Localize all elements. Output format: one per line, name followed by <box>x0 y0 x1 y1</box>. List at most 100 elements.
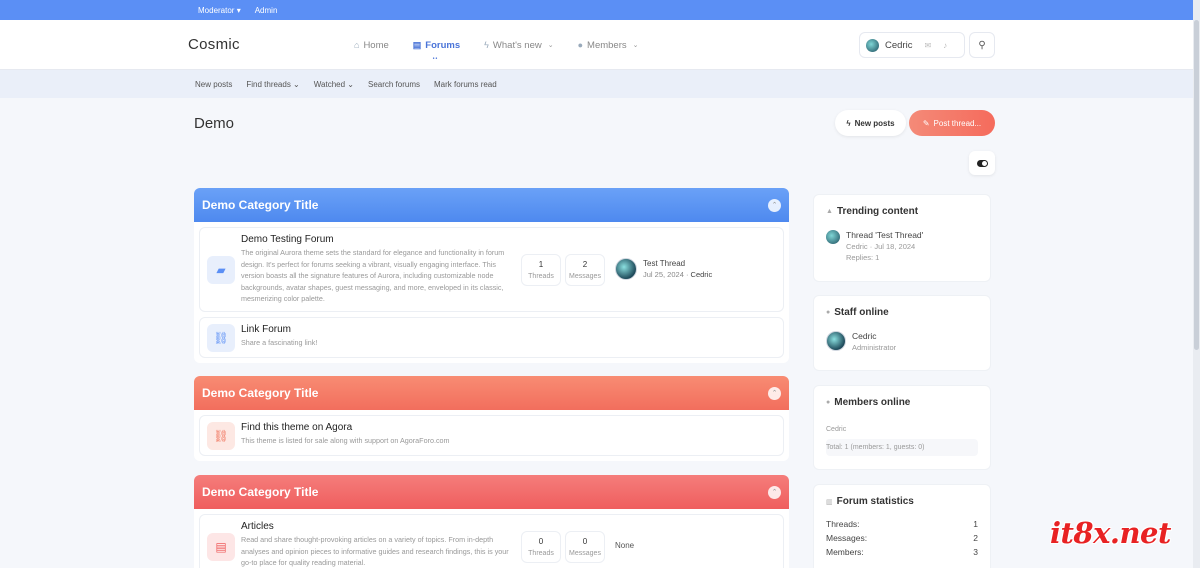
online-member[interactable]: Cedric <box>826 426 978 433</box>
messages-stat: 2 Messages <box>565 254 605 286</box>
collapse-icon[interactable]: ⌃ <box>768 386 781 400</box>
online-total: Total: 1 (members: 1, guests: 0) <box>826 439 978 456</box>
trending-widget: ▲ Trending content Thread 'Test Thread' C… <box>813 194 991 282</box>
admin-link[interactable]: Admin <box>255 6 278 15</box>
members-icon: ● <box>577 40 584 50</box>
new-posts-button[interactable]: ϟ New posts <box>835 110 906 136</box>
node-title[interactable]: Link Forum <box>241 324 516 335</box>
chat-icon: ▰ <box>207 256 235 284</box>
subnav-find-threads[interactable]: Find threads ⌄ <box>246 80 299 89</box>
user-name[interactable]: Cedric <box>885 40 912 51</box>
user-icon: ● <box>826 309 831 316</box>
widget-title: ▲ Trending content <box>826 206 919 217</box>
users-icon: ● <box>826 399 831 406</box>
staff-role: Administrator <box>852 343 897 352</box>
category-body: ⛓ Find this theme on Agora This theme is… <box>194 410 789 461</box>
node-title[interactable]: Articles <box>241 521 521 532</box>
staff-name[interactable]: Cedric <box>852 331 896 341</box>
node-description: Read and share thought-provoking article… <box>241 535 509 567</box>
forum-statistics-widget: ▥ Forum statistics Threads: 1 Messages: 2 M… <box>813 484 991 568</box>
category-title[interactable]: Demo Category Title <box>202 485 318 499</box>
stat-row: Messages: 2 <box>826 533 978 543</box>
forum-node[interactable]: ▰ Demo Testing Forum The original Aurora… <box>199 227 784 312</box>
last-thread-link[interactable]: Test Thread <box>643 259 712 268</box>
category-header: Demo Category Title ⌃ <box>194 376 789 410</box>
link-icon: ⛓ <box>207 422 235 450</box>
widget-title: ● Staff online <box>826 307 889 318</box>
bolt-icon: ϟ <box>484 40 489 50</box>
nav-members[interactable]: ● Members ⌄ <box>578 20 639 70</box>
nav-whats-new[interactable]: ϟ What's new ⌄ <box>484 20 553 70</box>
subnav-new-posts[interactable]: New posts <box>195 80 232 89</box>
subnav-search-forums[interactable]: Search forums <box>368 80 420 89</box>
staff-bar: Moderator ▾ Admin <box>0 0 1200 20</box>
account-box: Cedric ✉ ♪ <box>859 32 965 58</box>
staff-online-widget: ● Staff online Cedric Administrator <box>813 295 991 371</box>
members-online-widget: ● Members online Cedric Total: 1 (members… <box>813 385 991 470</box>
forums-icon: ▤ <box>412 39 422 50</box>
moderator-menu[interactable]: Moderator ▾ <box>198 6 241 15</box>
bell-icon[interactable]: ♪ <box>943 41 947 50</box>
category-body: ▤ Articles Read and share thought-provok… <box>194 509 789 568</box>
node-title[interactable]: Find this theme on Agora <box>241 422 541 433</box>
chart-icon: ▥ <box>826 498 833 506</box>
chevron-down-icon: ⌄ <box>632 42 639 49</box>
threads-stat: 0 Threads <box>521 531 561 563</box>
nav-home[interactable]: ⌂ Home <box>354 20 389 70</box>
envelope-icon[interactable]: ✉ <box>924 41 931 50</box>
article-icon: ▤ <box>207 533 235 561</box>
widget-title: ● Members online <box>826 397 911 408</box>
nav-forums[interactable]: ▤ Forums <box>413 20 460 70</box>
subnav-mark-read[interactable]: Mark forums read <box>434 80 497 89</box>
threads-stat: 1 Threads <box>521 254 561 286</box>
category-title[interactable]: Demo Category Title <box>202 198 318 212</box>
bolt-icon: ϟ <box>846 118 851 128</box>
search-button[interactable]: ⚲ <box>969 32 995 58</box>
avatar[interactable] <box>866 38 879 52</box>
node-description: Share a fascinating link! <box>241 338 318 347</box>
chevron-down-icon: ⌄ <box>547 42 554 49</box>
avatar[interactable] <box>615 258 637 280</box>
category-block: Demo Category Title ⌃ ⛓ Find this theme … <box>194 376 789 461</box>
last-post-meta: Jul 25, 2024 · Cedric <box>643 270 713 279</box>
last-user-link[interactable]: Cedric <box>691 270 713 279</box>
watermark-logo: it8x.net <box>1050 516 1171 550</box>
scrollbar-thumb[interactable] <box>1194 20 1199 350</box>
forum-node[interactable]: ⛓ Link Forum Share a fascinating link! <box>199 317 784 358</box>
collapse-icon[interactable]: ⌃ <box>768 198 781 212</box>
home-icon: ⌂ <box>354 40 360 50</box>
main-nav: ⌂ Home ▤ Forums ϟ What's new ⌄ ● Members… <box>354 20 639 70</box>
avatar[interactable] <box>826 230 840 244</box>
subnav-watched[interactable]: Watched ⌄ <box>314 80 354 89</box>
node-description: The original Aurora theme sets the stand… <box>241 248 505 303</box>
category-body: ▰ Demo Testing Forum The original Aurora… <box>194 222 789 363</box>
trending-icon: ▲ <box>826 208 833 215</box>
header: Cosmic ⌂ Home ▤ Forums ϟ What's new ⌄ ● … <box>0 20 1200 70</box>
category-header: Demo Category Title ⌃ <box>194 188 789 222</box>
stat-row: Threads: 1 <box>826 519 978 529</box>
site-logo[interactable]: Cosmic <box>188 36 240 53</box>
node-title[interactable]: Demo Testing Forum <box>241 234 521 245</box>
node-description: This theme is listed for sale along with… <box>241 436 450 445</box>
last-post: Test Thread Jul 25, 2024 · Cedric <box>615 258 712 280</box>
stat-row: Members: 3 <box>826 547 978 557</box>
trending-thread-link[interactable]: Thread 'Test Thread' <box>846 230 923 240</box>
category-block: Demo Category Title ⌃ ▤ Articles Read an… <box>194 475 789 568</box>
edit-icon: ✎ <box>922 118 930 128</box>
last-post-none: None <box>615 541 635 550</box>
collapse-icon[interactable]: ⌃ <box>768 485 781 499</box>
post-thread-button[interactable]: ✎ Post thread... <box>909 110 995 136</box>
forum-node[interactable]: ▤ Articles Read and share thought-provok… <box>199 514 784 568</box>
category-title[interactable]: Demo Category Title <box>202 386 318 400</box>
forum-node[interactable]: ⛓ Find this theme on Agora This theme is… <box>199 415 784 456</box>
scrollbar[interactable] <box>1193 0 1200 568</box>
sub-nav: New posts Find threads ⌄ Watched ⌄ Searc… <box>0 70 1200 98</box>
style-toggle[interactable] <box>969 151 995 175</box>
toggle-icon <box>976 159 988 167</box>
page-title: Demo <box>194 115 235 132</box>
widget-title: ▥ Forum statistics <box>826 496 914 507</box>
trending-meta: Cedric · Jul 18, 2024 <box>846 242 916 251</box>
link-icon: ⛓ <box>207 324 235 352</box>
avatar[interactable] <box>826 331 846 351</box>
category-block: Demo Category Title ⌃ ▰ Demo Testing For… <box>194 188 789 363</box>
